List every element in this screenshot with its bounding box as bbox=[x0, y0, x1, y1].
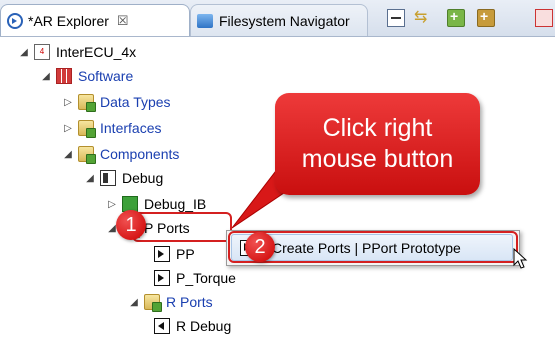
instruction-callout: Click right mouse button bbox=[275, 93, 480, 195]
mouse-cursor-icon bbox=[513, 248, 528, 269]
step-number: 2 bbox=[254, 235, 266, 258]
step-1-marker: 1 bbox=[116, 210, 146, 240]
callout-text: Click right mouse button bbox=[301, 114, 454, 173]
step-2-marker: 2 bbox=[245, 232, 275, 262]
p-ports-highlight bbox=[132, 212, 232, 242]
step-number: 1 bbox=[125, 213, 137, 236]
